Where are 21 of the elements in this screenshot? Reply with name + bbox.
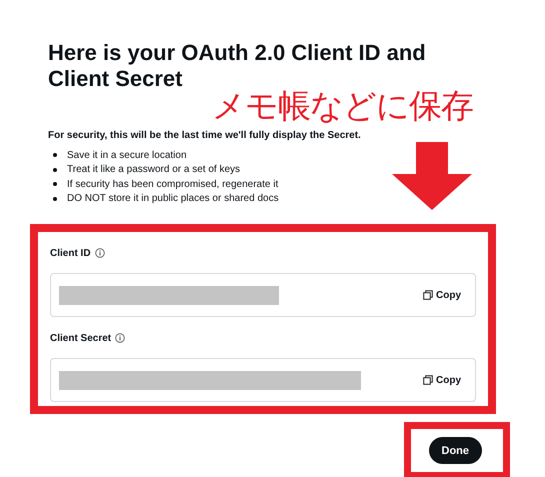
info-icon <box>94 248 105 258</box>
copy-icon <box>423 375 433 385</box>
copy-icon <box>423 290 433 300</box>
bullet-icon <box>53 196 57 201</box>
bullet-icon <box>53 182 57 186</box>
done-button[interactable]: Done <box>428 437 482 464</box>
tip-text: If security has been compromised, regenerate it <box>67 178 278 190</box>
copy-button[interactable]: Copy <box>423 290 461 300</box>
tip-text: Treat it like a password or a set of keys <box>67 164 240 176</box>
secret-field[interactable]: Copy <box>50 273 476 317</box>
security-notice: For security, this will be the last time we'll fully display the Secret. <box>48 130 362 141</box>
tip-text: Save it in a secure location <box>67 150 187 161</box>
secret-field[interactable]: Copy <box>50 358 476 402</box>
tip-text: DO NOT store it in public places or shared docs <box>67 193 279 204</box>
bullet-icon <box>53 168 57 172</box>
info-icon <box>115 333 126 343</box>
field-label: Client Secret <box>50 332 112 344</box>
copy-button[interactable]: Copy <box>423 374 461 386</box>
field-label: Client ID <box>50 248 91 258</box>
down-arrow-icon <box>392 142 472 210</box>
bullet-icon <box>53 153 57 158</box>
